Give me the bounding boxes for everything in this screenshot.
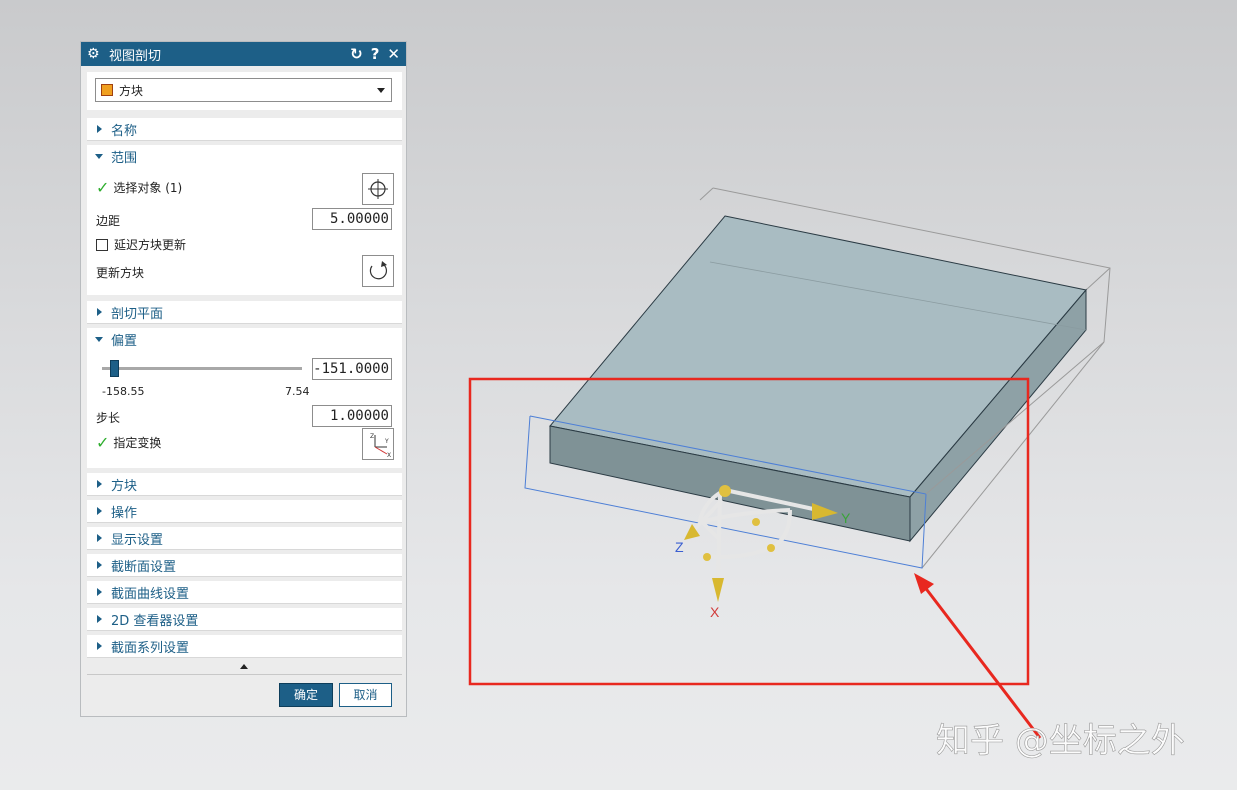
section-series-settings[interactable]: 截面系列设置	[87, 635, 402, 658]
offset-slider[interactable]	[102, 360, 302, 377]
dialog-title: 视图剖切	[109, 48, 162, 64]
section-display-label: 显示设置	[111, 532, 164, 548]
refresh-icon	[369, 261, 388, 280]
delay-update-label: 延迟方块更新	[114, 238, 187, 252]
highlight-arrow	[914, 573, 1042, 739]
type-panel: 方块	[87, 72, 402, 110]
type-select[interactable]: 方块	[95, 78, 392, 102]
section-name-label: 名称	[111, 123, 138, 139]
step-input[interactable]: 1.00000	[312, 405, 392, 427]
type-select-value: 方块	[119, 83, 144, 98]
expand-arrow-icon	[97, 507, 102, 515]
expand-arrow-icon	[97, 480, 102, 488]
margin-input[interactable]: 5.00000	[312, 208, 392, 230]
section-offset[interactable]: 偏置	[87, 328, 402, 350]
expand-arrow-icon	[97, 308, 102, 316]
expand-arrow-icon	[97, 561, 102, 569]
crosshair-icon	[368, 179, 388, 199]
cancel-button[interactable]: 取消	[339, 683, 392, 707]
expand-arrow-icon	[97, 125, 102, 133]
section-cut-plane-label: 剖切平面	[111, 306, 164, 322]
svg-text:Z: Z	[370, 433, 374, 440]
section-operation-label: 操作	[111, 505, 138, 521]
axis-z-label: Z	[675, 539, 684, 555]
section-block[interactable]: 方块	[87, 473, 402, 496]
collapse-up-icon[interactable]	[240, 664, 248, 669]
section-offset-label: 偏置	[111, 333, 138, 349]
slider-max-label: 7.54	[285, 385, 310, 398]
slider-track	[102, 367, 302, 370]
section-curve-settings[interactable]: 截面曲线设置	[87, 581, 402, 604]
axis-y-label: Y	[841, 510, 851, 526]
section-curve-settings-label: 截面曲线设置	[111, 586, 190, 602]
section-range[interactable]: 范围	[87, 145, 402, 167]
section-section-settings-label: 截断面设置	[111, 559, 177, 575]
csys-icon: Z Y X	[370, 433, 391, 459]
gear-icon: ⚙	[87, 46, 100, 62]
block-icon	[101, 84, 113, 96]
expand-arrow-icon	[97, 534, 102, 542]
chevron-down-icon	[377, 88, 385, 93]
section-operation[interactable]: 操作	[87, 500, 402, 523]
section-series-settings-label: 截面系列设置	[111, 640, 190, 656]
specify-transform-button[interactable]: Z Y X	[362, 428, 394, 460]
watermark: 知乎 @坐标之外	[936, 721, 1185, 761]
specify-transform-row: ✓ 指定变换	[96, 433, 161, 452]
update-block-label: 更新方块	[96, 266, 145, 280]
section-viewer-2d-label: 2D 查看器设置	[111, 613, 199, 629]
select-object-button[interactable]	[362, 173, 394, 205]
dialog-titlebar[interactable]: ⚙ 视图剖切 ↻ ? ✕	[81, 42, 406, 66]
offset-value-input[interactable]: -151.0000	[312, 358, 392, 380]
offset-panel: -158.55 7.54 -151.0000 步长 1.00000 ✓ 指定变换…	[87, 350, 402, 468]
delay-update-checkbox[interactable]	[96, 238, 108, 251]
section-viewer-2d[interactable]: 2D 查看器设置	[87, 608, 402, 631]
svg-text:X: X	[387, 452, 391, 459]
delay-update-row: 延迟方块更新	[96, 236, 186, 253]
svg-text:Y: Y	[384, 438, 389, 445]
checkmark-icon: ✓	[96, 178, 110, 197]
footer-divider	[87, 674, 402, 675]
collapse-arrow-icon	[95, 153, 103, 159]
section-range-label: 范围	[111, 150, 138, 166]
select-object-label: 选择对象 (1)	[113, 181, 183, 195]
view-section-dialog: ⚙ 视图剖切 ↻ ? ✕ 方块 名称 范围 ✓ 选择对象 (1) 边距 5.00…	[80, 41, 407, 717]
slider-min-label: -158.55	[102, 385, 145, 398]
checkmark-icon: ✓	[96, 433, 110, 452]
section-cut-plane[interactable]: 剖切平面	[87, 301, 402, 324]
collapse-arrow-icon	[95, 336, 103, 342]
close-icon[interactable]: ✕	[387, 45, 400, 63]
expand-arrow-icon	[97, 588, 102, 596]
section-block-label: 方块	[111, 478, 138, 494]
expand-arrow-icon	[97, 615, 102, 623]
section-section-settings[interactable]: 截断面设置	[87, 554, 402, 577]
reset-icon[interactable]: ↻	[350, 45, 363, 63]
ok-button[interactable]: 确定	[279, 683, 333, 707]
help-icon[interactable]: ?	[371, 45, 380, 63]
margin-label: 边距	[96, 214, 121, 228]
update-block-button[interactable]	[362, 255, 394, 287]
range-panel: ✓ 选择对象 (1) 边距 5.00000 延迟方块更新 更新方块	[87, 167, 402, 295]
axis-x-label: X	[710, 604, 720, 620]
expand-arrow-icon	[97, 642, 102, 650]
specify-transform-label: 指定变换	[113, 436, 162, 450]
section-name[interactable]: 名称	[87, 118, 402, 141]
step-label: 步长	[96, 411, 121, 425]
select-object-row: ✓ 选择对象 (1)	[96, 178, 182, 197]
section-display[interactable]: 显示设置	[87, 527, 402, 550]
slider-thumb[interactable]	[110, 360, 119, 377]
